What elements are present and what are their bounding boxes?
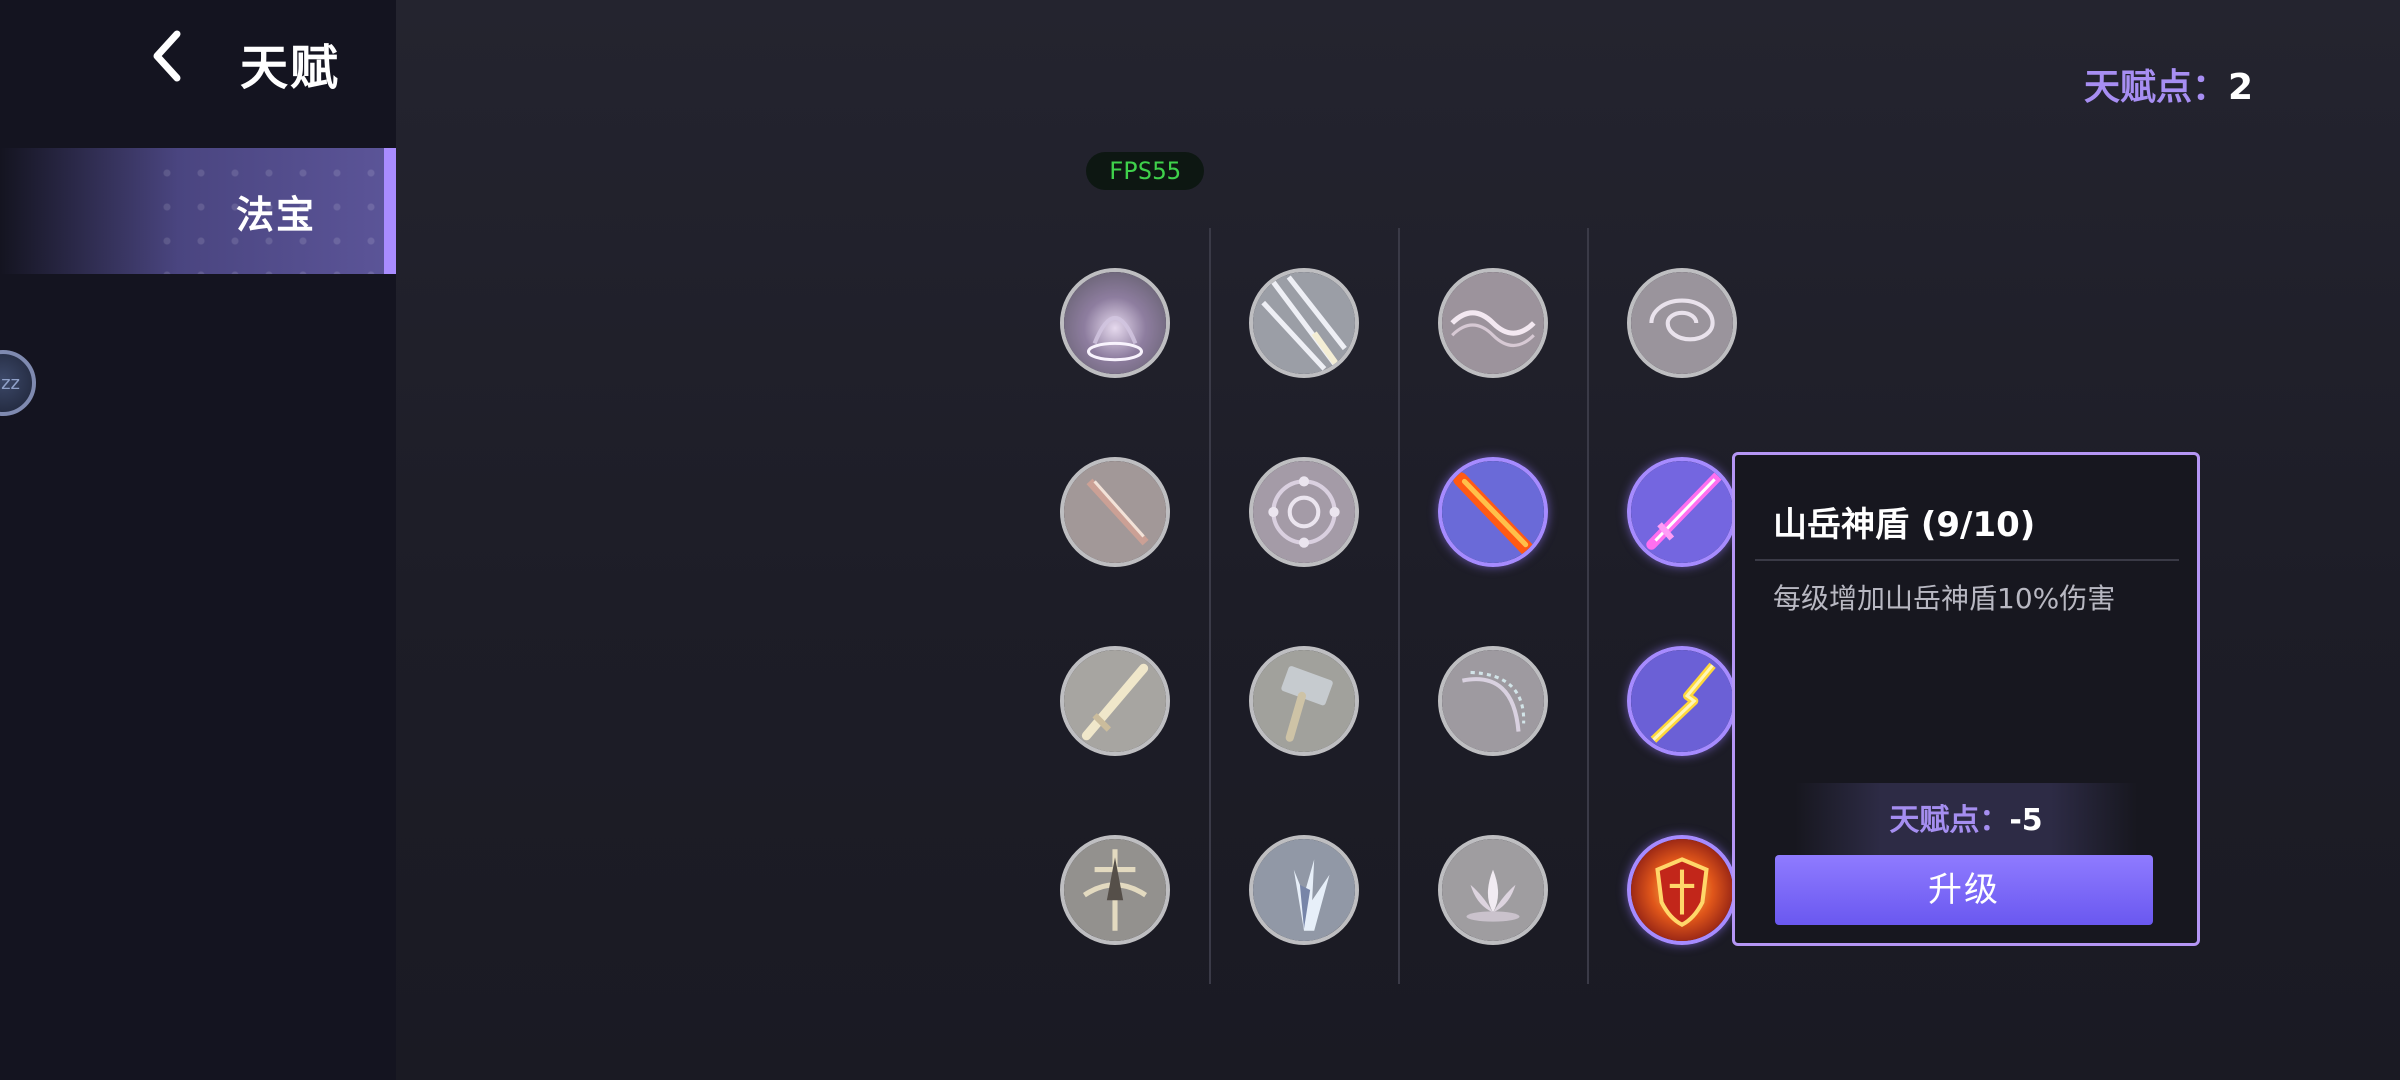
talent-node[interactable] xyxy=(1249,457,1359,567)
tab-active-indicator xyxy=(384,148,396,274)
talent-node[interactable] xyxy=(1627,835,1737,945)
purple-vortex-icon xyxy=(1064,272,1166,374)
talent-node[interactable] xyxy=(1627,457,1737,567)
column-divider xyxy=(1209,228,1211,984)
talent-points-value: 2 xyxy=(2228,67,2254,108)
talent-node[interactable] xyxy=(1249,268,1359,378)
column-divider xyxy=(1587,228,1589,984)
talent-node[interactable] xyxy=(1438,457,1548,567)
talent-points-label: 天赋点： xyxy=(2084,67,2229,108)
golden-aura-icon xyxy=(1064,839,1166,941)
talent-points: 天赋点：2 xyxy=(2084,58,2253,110)
fps-counter: FPS55 xyxy=(1086,152,1204,190)
pink-energy-icon xyxy=(1442,272,1544,374)
talent-node[interactable] xyxy=(1438,268,1548,378)
upgrade-cost: 天赋点：-5 xyxy=(1795,783,2137,859)
flame-sword-icon xyxy=(1442,461,1544,563)
golden-sword-icon xyxy=(1064,650,1166,752)
crescent-wave-icon xyxy=(1442,650,1544,752)
column-divider xyxy=(1398,228,1400,984)
talent-node[interactable] xyxy=(1060,835,1170,945)
light-beams-icon xyxy=(1253,272,1355,374)
back-button[interactable] xyxy=(136,24,196,88)
talent-node[interactable] xyxy=(1438,835,1548,945)
lotus-icon xyxy=(1442,839,1544,941)
mountain-shield-icon xyxy=(1631,839,1733,941)
upgrade-button[interactable]: 升级 xyxy=(1775,855,2153,925)
magenta-sword-icon xyxy=(1631,461,1733,563)
hammer-icon xyxy=(1253,650,1355,752)
purple-seal-icon xyxy=(1253,461,1355,563)
floating-assistant-label: zz xyxy=(1,372,20,394)
talent-node[interactable] xyxy=(1249,835,1359,945)
tab-label: 法宝 xyxy=(236,193,317,237)
talent-node[interactable] xyxy=(1627,268,1737,378)
page-title: 天赋 xyxy=(240,40,341,96)
upgrade-cost-value: -5 xyxy=(2009,803,2043,838)
swirl-icon xyxy=(1631,272,1733,374)
talent-node[interactable] xyxy=(1249,646,1359,756)
panel-divider xyxy=(1755,559,2179,561)
talent-node[interactable] xyxy=(1060,457,1170,567)
upgrade-cost-label: 天赋点： xyxy=(1889,803,2010,838)
talent-detail-panel: 山岳神盾 (9/10) 每级增加山岳神盾10%伤害 天赋点：-5 升级 xyxy=(1732,452,2200,946)
talent-node[interactable] xyxy=(1438,646,1548,756)
chevron-left-icon xyxy=(153,30,181,82)
lightning-sword-icon xyxy=(1631,650,1733,752)
talent-description: 每级增加山岳神盾10%伤害 xyxy=(1773,582,2116,615)
fire-slash-icon xyxy=(1064,461,1166,563)
sidebar: 天赋 法宝 xyxy=(0,0,396,1080)
talent-node[interactable] xyxy=(1060,268,1170,378)
tab-fabao[interactable]: 法宝 xyxy=(0,148,396,274)
blue-burst-icon xyxy=(1253,839,1355,941)
talent-node[interactable] xyxy=(1060,646,1170,756)
talent-node[interactable] xyxy=(1627,646,1737,756)
talent-title: 山岳神盾 (9/10) xyxy=(1773,505,2036,545)
